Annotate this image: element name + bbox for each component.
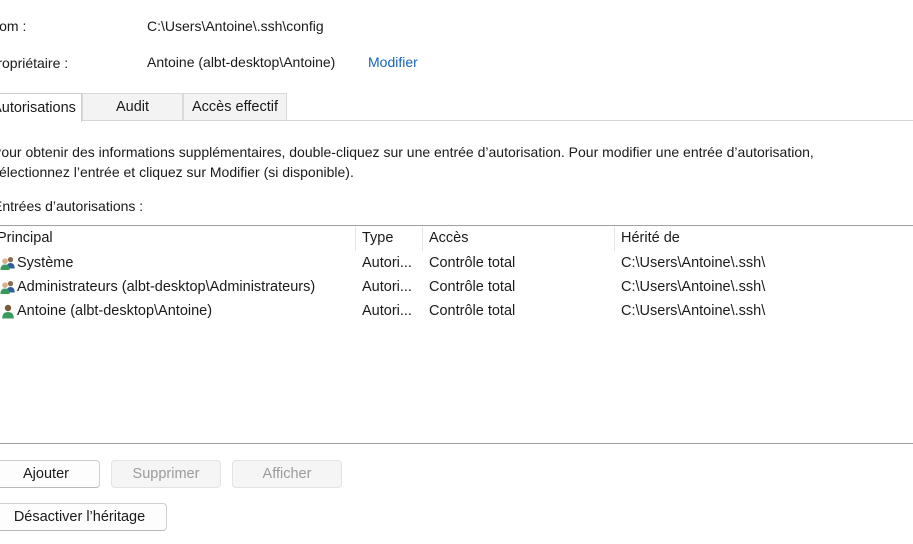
remove-button: Supprimer xyxy=(111,460,221,488)
add-button[interactable]: Ajouter xyxy=(0,460,100,488)
column-separator[interactable] xyxy=(422,226,423,251)
inherited-from: C:\Users\Antoine\.ssh\ xyxy=(621,303,766,319)
group-users-icon xyxy=(0,257,15,270)
tab-permissions[interactable]: Autorisations xyxy=(0,93,82,122)
permission-access: Contrôle total xyxy=(429,303,516,319)
tab-audit[interactable]: Audit xyxy=(82,93,183,120)
inherited-from: C:\Users\Antoine\.ssh\ xyxy=(621,255,766,271)
name-label: Nom : xyxy=(0,18,27,34)
column-header-access[interactable]: Accès xyxy=(429,230,469,246)
table-row[interactable]: Système Autori... Contrôle total C:\User… xyxy=(0,252,913,276)
permission-type: Autori... xyxy=(362,303,412,319)
permission-type: Autori... xyxy=(362,279,412,295)
principal-name: Administrateurs (albt-desktop\Administra… xyxy=(17,279,316,295)
tab-effective-access[interactable]: Accès effectif xyxy=(183,93,287,120)
info-text-line1: Pour obtenir des informations supplément… xyxy=(0,144,814,160)
change-owner-link[interactable]: Modifier xyxy=(368,54,418,70)
column-header-inherited-from[interactable]: Hérité de xyxy=(621,230,680,246)
principal-name: Système xyxy=(17,255,74,271)
list-top-border xyxy=(0,225,913,226)
list-bottom-border xyxy=(0,443,913,444)
table-row[interactable]: Antoine (albt-desktop\Antoine) Autori...… xyxy=(0,300,913,324)
permission-type: Autori... xyxy=(362,255,412,271)
owner-label: Propriétaire : xyxy=(0,55,69,71)
disable-inheritance-button[interactable]: Désactiver l’héritage xyxy=(0,503,167,531)
tab-audit-label: Audit xyxy=(115,99,150,115)
tab-divider xyxy=(0,120,913,121)
column-header-principal[interactable]: Principal xyxy=(0,230,53,246)
column-header-type[interactable]: Type xyxy=(362,230,393,246)
view-button: Afficher xyxy=(232,460,342,488)
info-text-line2: sélectionnez l’entrée et cliquez sur Mod… xyxy=(0,164,354,180)
column-separator[interactable] xyxy=(355,226,356,251)
user-icon xyxy=(2,304,14,319)
entries-label: Entrées d’autorisations : xyxy=(0,198,144,214)
column-separator[interactable] xyxy=(614,226,615,251)
principal-name: Antoine (albt-desktop\Antoine) xyxy=(17,303,213,319)
permission-access: Contrôle total xyxy=(429,279,516,295)
tab-effective-access-label: Accès effectif xyxy=(192,99,278,115)
inherited-from: C:\Users\Antoine\.ssh\ xyxy=(621,279,766,295)
name-value: C:\Users\Antoine\.ssh\config xyxy=(147,18,324,34)
permission-access: Contrôle total xyxy=(429,255,516,271)
owner-value: Antoine (albt-desktop\Antoine) xyxy=(147,54,336,70)
table-row[interactable]: Administrateurs (albt-desktop\Administra… xyxy=(0,276,913,300)
group-users-icon xyxy=(0,281,15,294)
tab-permissions-label: Autorisations xyxy=(0,100,76,116)
